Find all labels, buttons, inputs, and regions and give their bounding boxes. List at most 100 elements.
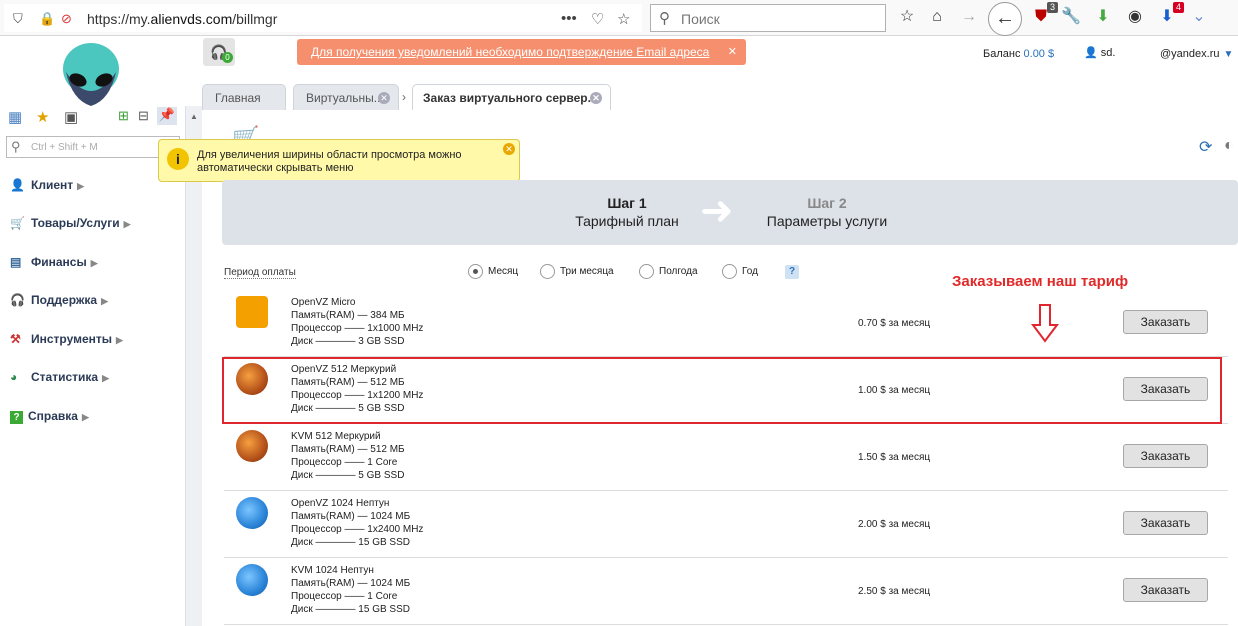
plan-row: KVM 1024 Нептун Память(RAM) — 1024 МБ Проц… xyxy=(224,559,1228,625)
close-icon[interactable]: ✕ xyxy=(728,39,737,65)
account-icon[interactable]: ◉ xyxy=(1124,6,1146,28)
home-icon[interactable]: ⌂ xyxy=(926,6,948,28)
forward-icon[interactable]: → xyxy=(958,6,980,28)
pocket-icon[interactable]: ♡ xyxy=(591,10,604,28)
ublock-icon[interactable]: ⛊ 3 xyxy=(1030,2,1058,28)
plan-image xyxy=(236,564,268,596)
wrench-icon[interactable]: 🔧 xyxy=(1060,6,1082,28)
radio-circle[interactable] xyxy=(540,264,555,279)
tab-order[interactable]: Заказ виртуального сервер... ✕ xyxy=(412,84,611,110)
radio-three-months[interactable]: Три месяца xyxy=(540,264,614,279)
shield-icon[interactable]: ⛉ xyxy=(13,11,23,27)
radio-half-year[interactable]: Полгода xyxy=(639,264,698,279)
tab-virtual[interactable]: Виртуальны... ✕ xyxy=(293,84,399,110)
url-bar[interactable]: ⛉ 🔒 ⊘ https://my.alienvds.com/billmgr ••… xyxy=(4,4,642,32)
plan-cpu: Процессор —— 1x2400 MHz xyxy=(291,524,424,535)
order-button[interactable]: Заказать xyxy=(1123,578,1208,602)
plan-disk: Диск ———— 15 GB SSD xyxy=(291,537,410,548)
user-info[interactable]: 👤 sd. xyxy=(1084,46,1115,59)
sidebar-search-input[interactable]: ⚲ Ctrl + Shift + M xyxy=(6,136,180,158)
pin-icon[interactable]: 📌 xyxy=(157,107,177,125)
url-text[interactable]: https://my.alienvds.com/billmgr xyxy=(87,11,277,27)
period-label: Период оплаты xyxy=(224,267,296,279)
plan-row: OpenVZ Micro Память(RAM) — 384 МБ Процессо… xyxy=(224,291,1228,357)
radio-circle[interactable] xyxy=(639,264,654,279)
favorites-star-icon[interactable]: ★ xyxy=(36,108,49,126)
email-alert: Для получения уведомлений необходимо под… xyxy=(297,39,746,65)
close-icon[interactable]: ✕ xyxy=(503,143,515,155)
browser-search-box[interactable]: ⚲ Поиск xyxy=(650,4,886,32)
tab-home[interactable]: Главная xyxy=(202,84,286,110)
radio-label: Полгода xyxy=(659,266,698,278)
plan-disk: Диск ———— 5 GB SSD xyxy=(291,470,405,481)
plan-description: OpenVZ Micro Память(RAM) — 384 МБ Процессо… xyxy=(291,296,423,348)
library-icon[interactable]: ☆ xyxy=(896,6,918,28)
plan-row: OpenVZ 1024 Нептун Память(RAM) — 1024 МБ П… xyxy=(224,492,1228,558)
sidebar-item-help[interactable]: ? Справка ▶ xyxy=(10,409,89,429)
radio-month[interactable]: Месяц xyxy=(468,264,518,279)
collapse-up-icon[interactable]: ▲ xyxy=(190,112,198,121)
sidebar-item-label: Финансы xyxy=(31,255,87,269)
sidebar-item-tools[interactable]: ⚒ Инструменты ▶ xyxy=(10,332,123,352)
sidebar-item-statistics[interactable]: ◕ Статистика ▶ xyxy=(10,370,109,390)
sidebar-item-products[interactable]: 🛒 Товары/Услуги ▶ xyxy=(10,216,131,236)
bookmark-star-icon[interactable]: ☆ xyxy=(617,10,630,28)
order-button[interactable]: Заказать xyxy=(1123,310,1208,334)
sidebar-splitter[interactable]: ▲ xyxy=(185,106,202,626)
close-icon[interactable]: ✕ xyxy=(590,92,602,104)
user-email-menu[interactable]: @yandex.ru ▼ xyxy=(1160,48,1233,60)
plan-description: OpenVZ 1024 Нептун Память(RAM) — 1024 МБ П… xyxy=(291,497,423,549)
alien-logo[interactable] xyxy=(60,42,122,108)
plan-name: KVM 1024 Нептун xyxy=(291,565,374,576)
lock-icon[interactable]: 🔒 xyxy=(39,11,55,27)
step-1: Шаг 1 Тарифный план xyxy=(575,195,679,229)
tab-label: Главная xyxy=(215,91,261,105)
tree-icon[interactable]: ▦ xyxy=(8,108,22,126)
radio-year[interactable]: Год xyxy=(722,264,758,279)
radio-label: Месяц xyxy=(488,266,519,278)
settings-icon[interactable]: ◐ xyxy=(1224,137,1234,155)
help-icon[interactable]: ? xyxy=(785,265,799,279)
back-button[interactable]: ← xyxy=(988,2,1022,36)
downloads-icon[interactable]: ⬇ 4 xyxy=(1156,2,1184,28)
chevron-right-icon: ▶ xyxy=(102,373,109,383)
sidebar-item-support[interactable]: 🎧 Поддержка ▶ xyxy=(10,293,108,313)
balance-value[interactable]: 0.00 $ xyxy=(1024,48,1055,60)
order-button[interactable]: Заказать xyxy=(1123,511,1208,535)
clipboard-icon[interactable]: ▣ xyxy=(64,108,78,126)
tooltip-text: Для увеличения ширины области просмотра … xyxy=(197,149,462,174)
overflow-menu-icon[interactable]: ⌄ xyxy=(1188,6,1210,28)
sidebar-item-finance[interactable]: ▤ Финансы ▶ xyxy=(10,255,98,275)
sidebar-item-label: Поддержка xyxy=(31,293,98,307)
annotation-text: Заказываем наш тариф xyxy=(952,273,1129,290)
download-helper-icon[interactable]: ⬇ xyxy=(1092,6,1114,28)
permissions-icon[interactable]: ⊘ xyxy=(61,11,72,27)
sidebar-item-label: Инструменты xyxy=(31,332,113,346)
notifications-button[interactable]: 🎧 0 xyxy=(203,38,235,66)
user-email: @yandex.ru xyxy=(1160,48,1220,60)
page-actions-icon[interactable]: ••• xyxy=(561,10,577,27)
close-icon[interactable]: ✕ xyxy=(378,92,390,104)
notifications-count: 0 xyxy=(222,52,233,63)
step-2: Шаг 2 Параметры услуги xyxy=(762,195,892,229)
cart-icon: 🛒 xyxy=(10,216,25,230)
finance-icon: ▤ xyxy=(10,255,22,269)
radio-circle[interactable] xyxy=(722,264,737,279)
order-button[interactable]: Заказать xyxy=(1123,444,1208,468)
expand-all-icon[interactable]: ⊞ xyxy=(118,108,129,124)
browser-toolbar: ⛉ 🔒 ⊘ https://my.alienvds.com/billmgr ••… xyxy=(0,0,1238,36)
wizard-steps: Шаг 1 Тарифный план ➜ Шаг 2 Параметры ус… xyxy=(222,180,1238,245)
radio-circle[interactable] xyxy=(468,264,483,279)
collapse-all-icon[interactable]: ⊟ xyxy=(138,108,149,124)
help-icon: ? xyxy=(10,411,23,424)
refresh-icon[interactable]: ⟳ xyxy=(1199,137,1212,157)
sidebar-item-client[interactable]: 👤 Клиент ▶ xyxy=(10,178,84,198)
plan-name: OpenVZ 1024 Нептун xyxy=(291,498,390,509)
email-alert-link[interactable]: Для получения уведомлений необходимо под… xyxy=(311,45,709,59)
chevron-right-icon: ▶ xyxy=(123,219,131,229)
chevron-right-icon: ▶ xyxy=(81,412,89,422)
plan-image xyxy=(236,430,268,462)
plan-cpu: Процессор —— 1x1000 MHz xyxy=(291,323,424,334)
search-placeholder: Поиск xyxy=(681,11,720,27)
plan-image xyxy=(236,296,268,328)
